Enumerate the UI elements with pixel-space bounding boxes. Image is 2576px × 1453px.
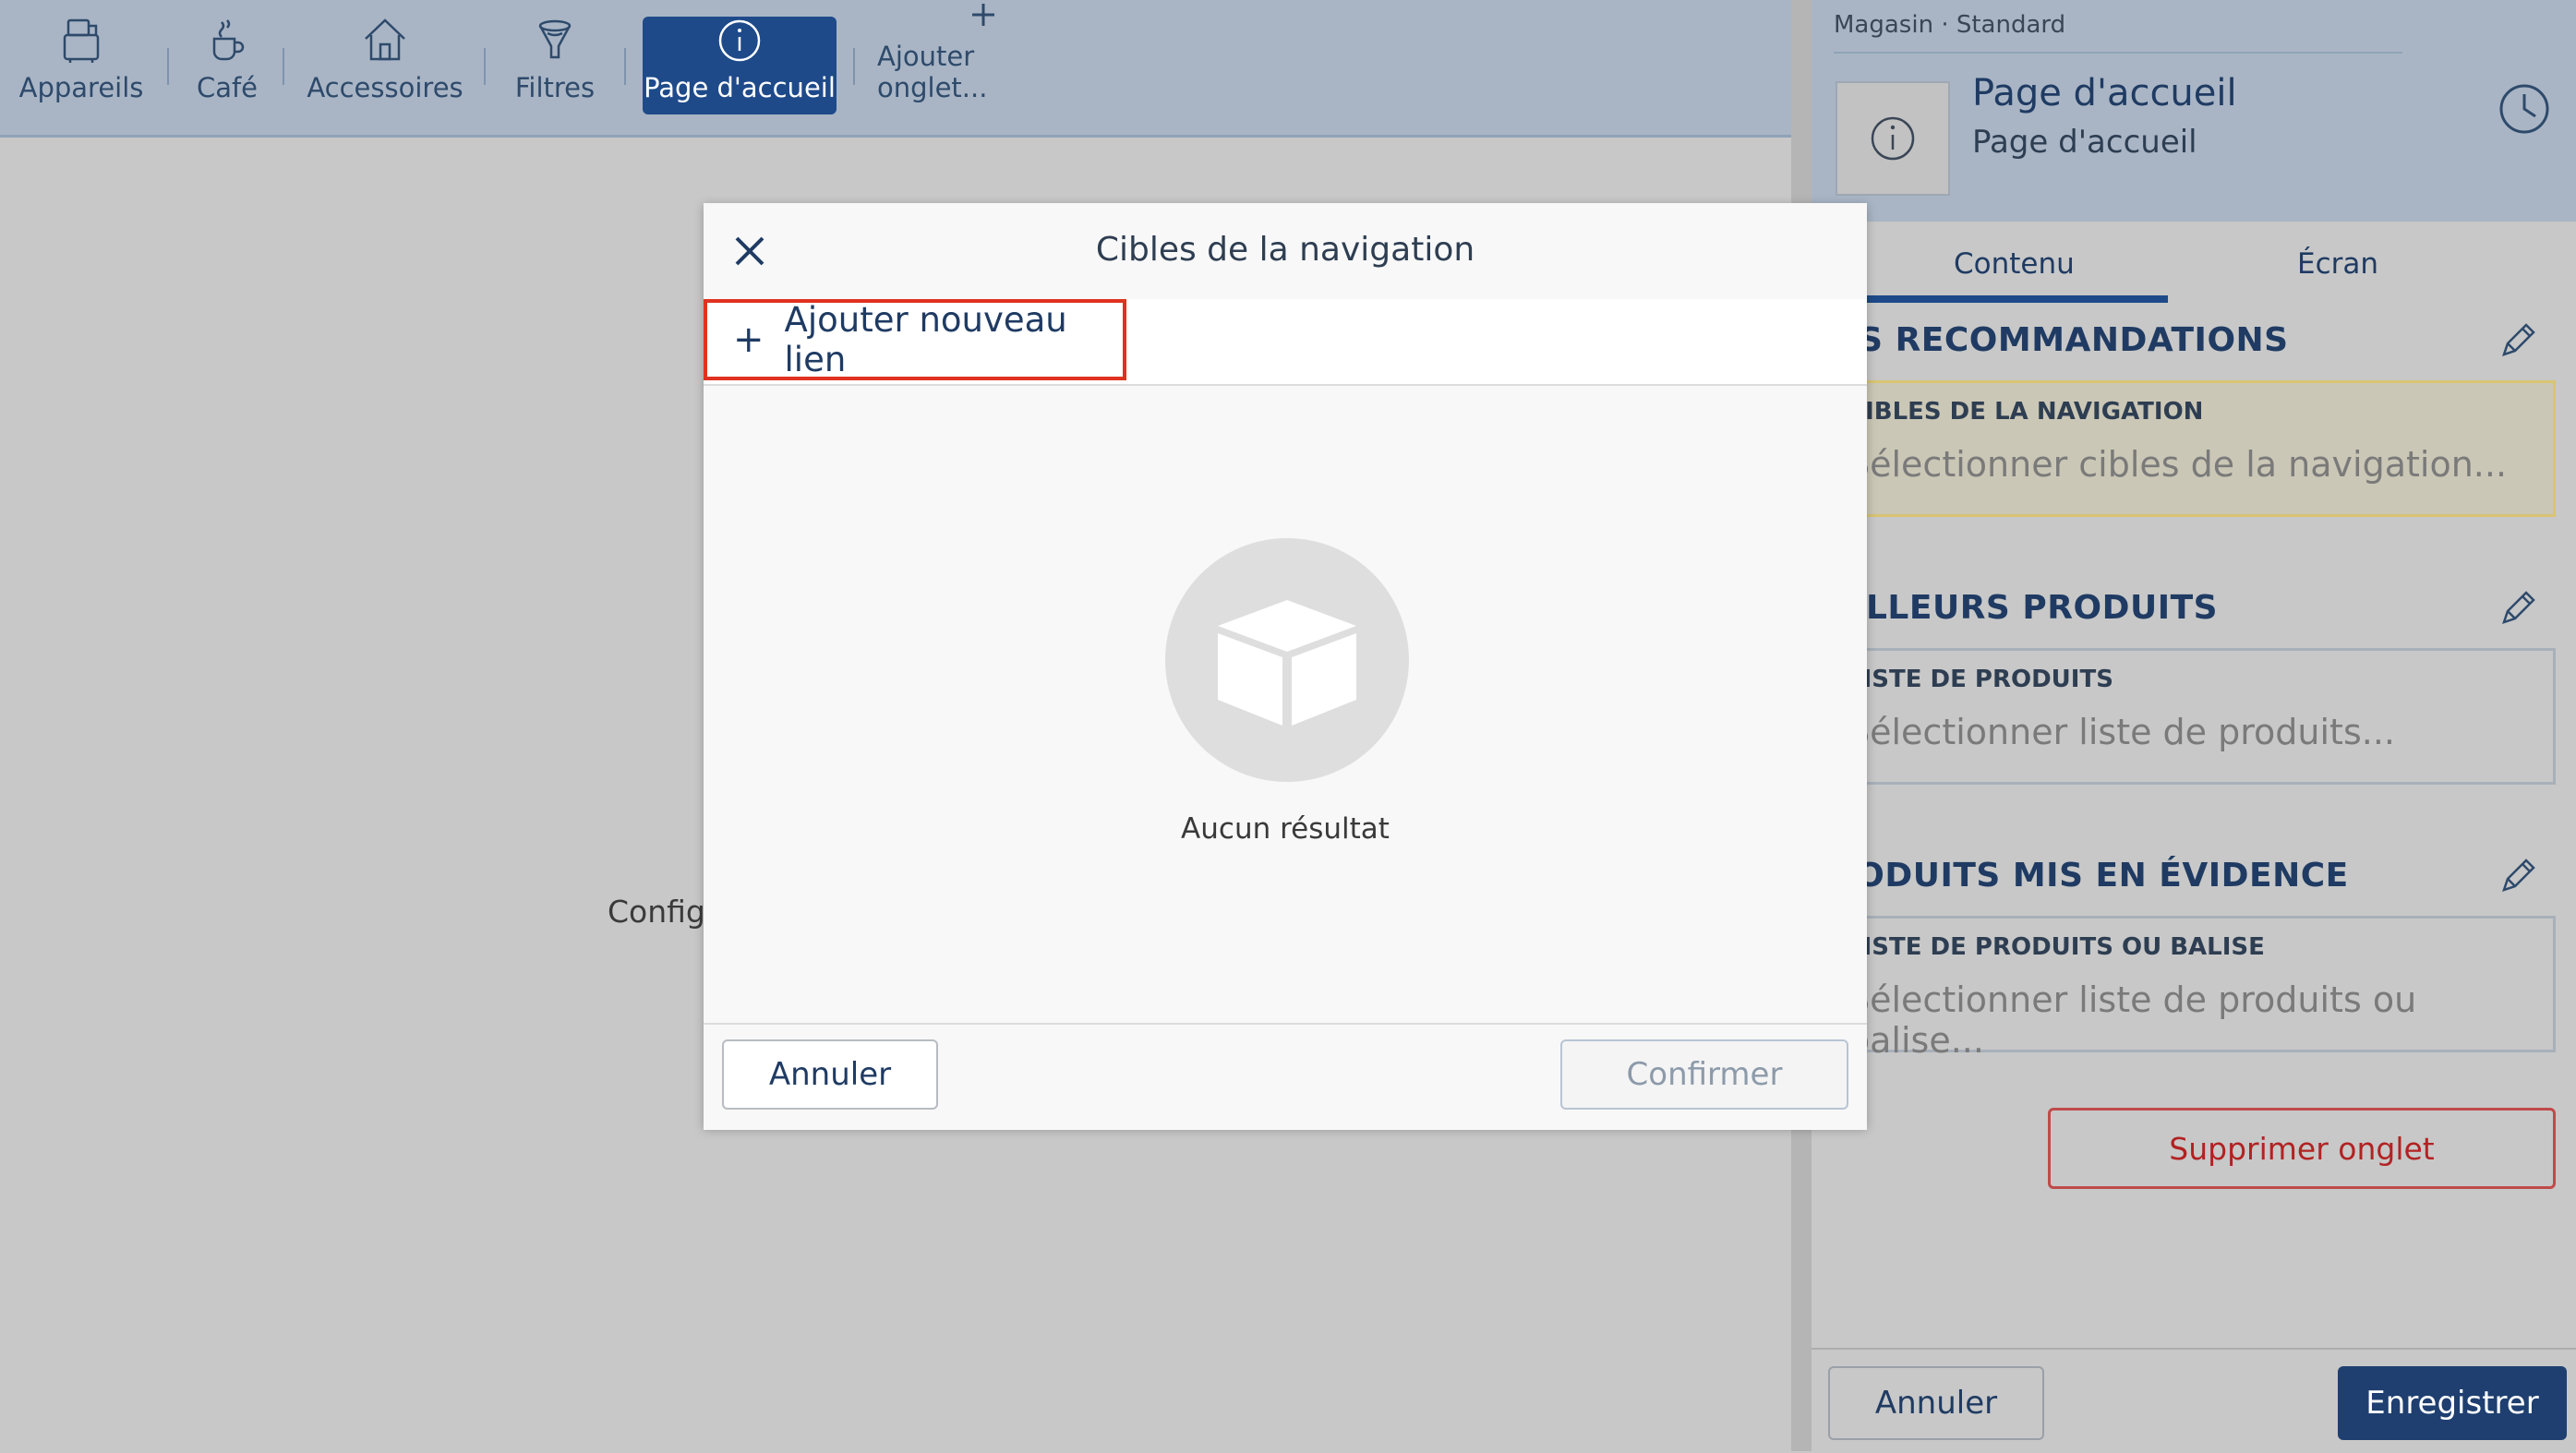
tab-separator: [167, 48, 169, 85]
section-title-meilleurs-produits: EILLEURS PRODUITS: [1830, 589, 2219, 627]
section-title-recommandations: OS RECOMMANDATIONS: [1830, 321, 2289, 359]
tab-accessoires[interactable]: Accessoires: [305, 17, 465, 114]
tab-ecran[interactable]: Écran: [2297, 247, 2378, 281]
tab-label: Page d'accueil: [644, 72, 836, 103]
tab-contenu[interactable]: Contenu: [1954, 247, 2075, 281]
empty-state-text: Aucun résultat: [1181, 812, 1390, 846]
panel-footer: Annuler Enregistrer: [1812, 1348, 2576, 1453]
info-icon: [1871, 116, 1915, 161]
delete-tab-button[interactable]: Supprimer onglet: [2048, 1108, 2556, 1189]
page-icon-box: [1836, 81, 1950, 196]
right-panel: Magasin · Standard Page d'accueil Page d…: [1812, 0, 2576, 1451]
field-placeholder: Sélectionner cibles de la navigation...: [1848, 444, 2508, 485]
appliances-icon: [55, 15, 107, 65]
pencil-edit-icon[interactable]: [2495, 319, 2539, 364]
product-list-field[interactable]: LISTE DE PRODUITS Sélectionner liste de …: [1830, 648, 2556, 785]
breadcrumb-divider: [1834, 52, 2402, 54]
section-title-produits-mis-en-evidence: RODUITS MIS EN ÉVIDENCE: [1830, 857, 2349, 895]
home-icon: [359, 15, 411, 65]
navigation-targets-dialog: Cibles de la navigation + Ajouter nouvea…: [704, 203, 1867, 1130]
dialog-footer: Annuler Confirmer: [704, 1023, 1867, 1130]
tab-cafe[interactable]: Café: [181, 17, 273, 114]
add-link-row: + Ajouter nouveau lien: [704, 299, 1867, 386]
filter-icon: [529, 15, 581, 65]
field-placeholder: Sélectionner liste de produits...: [1848, 712, 2395, 752]
breadcrumb: Magasin · Standard: [1834, 11, 2066, 39]
add-link-label: Ajouter nouveau lien: [784, 300, 1067, 379]
close-icon[interactable]: [729, 231, 770, 271]
pencil-edit-icon[interactable]: [2495, 855, 2539, 899]
tab-label: Appareils: [18, 72, 144, 103]
dialog-cancel-button[interactable]: Annuler: [722, 1039, 938, 1110]
tab-label: Café: [196, 72, 259, 103]
dialog-title: Cibles de la navigation: [1095, 231, 1475, 269]
box-icon: [1218, 600, 1356, 726]
navigation-targets-field[interactable]: CIBLES DE LA NAVIGATION Sélectionner cib…: [1830, 380, 2556, 517]
tab-appareils[interactable]: Appareils: [13, 17, 150, 114]
tab-page-accueil[interactable]: Page d'accueil: [643, 17, 837, 114]
tab-label: Accessoires: [307, 72, 463, 103]
dialog-confirm-button[interactable]: Confirmer: [1560, 1039, 1848, 1110]
tab-add[interactable]: Ajouter onglet...: [877, 4, 1089, 114]
dialog-header: Cibles de la navigation: [704, 203, 1867, 301]
cancel-button[interactable]: Annuler: [1828, 1366, 2044, 1440]
panel-header: Magasin · Standard Page d'accueil Page d…: [1812, 0, 2576, 222]
history-clock-icon[interactable]: [2497, 81, 2552, 137]
field-label: CIBLES DE LA NAVIGATION: [1848, 398, 2204, 426]
pencil-edit-icon[interactable]: [2495, 587, 2539, 631]
field-label: LISTE DE PRODUITS OU BALISE: [1848, 933, 2265, 961]
add-new-link-button[interactable]: + Ajouter nouveau lien: [704, 299, 1126, 380]
field-label: LISTE DE PRODUITS: [1848, 666, 2113, 693]
panel-tabs: Contenu Écran: [1812, 222, 2576, 303]
field-placeholder: Sélectionner liste de produits ou balise…: [1848, 979, 2417, 1061]
page-title: Page d'accueil: [1972, 72, 2237, 114]
plus-icon: [957, 0, 1009, 33]
config-text: Config: [608, 894, 705, 930]
tab-separator: [853, 48, 855, 85]
tab-separator: [624, 48, 626, 85]
info-icon: [714, 17, 765, 65]
tab-separator: [484, 48, 486, 85]
tab-label: Ajouter onglet...: [877, 41, 988, 103]
top-tab-bar: Appareils Café Accessoires Filtres Page …: [0, 0, 1791, 138]
page-subtitle: Page d'accueil: [1972, 124, 2197, 161]
plus-icon: +: [733, 318, 764, 361]
save-button[interactable]: Enregistrer: [2338, 1366, 2567, 1440]
coffee-cup-icon: [201, 15, 253, 65]
tab-label: Filtres: [514, 72, 596, 103]
tab-separator: [283, 48, 284, 85]
tab-filtres[interactable]: Filtres: [504, 17, 606, 114]
product-list-or-tag-field[interactable]: LISTE DE PRODUITS OU BALISE Sélectionner…: [1830, 916, 2556, 1061]
empty-state-illustration: [1165, 538, 1409, 782]
